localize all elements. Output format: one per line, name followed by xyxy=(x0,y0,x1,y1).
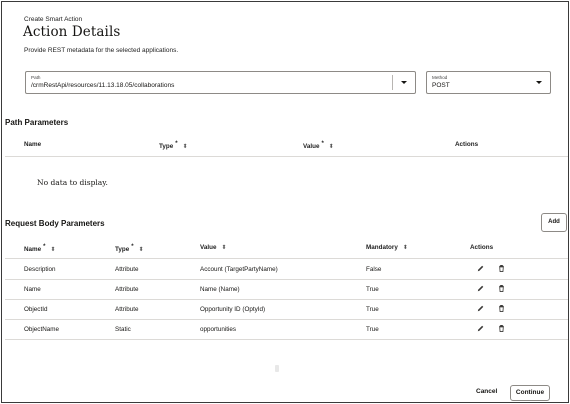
page-title: Action Details xyxy=(23,24,121,40)
path-col-type[interactable]: Type * ⬍ xyxy=(159,141,188,150)
row-type: Attribute xyxy=(115,306,139,313)
cancel-button[interactable]: Cancel xyxy=(476,388,497,395)
column-label: Mandatory xyxy=(366,244,398,251)
required-asterisk: * xyxy=(175,141,178,147)
row-value: Account (TargetPartyName) xyxy=(200,266,278,273)
sort-icon[interactable]: ⬍ xyxy=(183,143,188,150)
row-mandatory: True xyxy=(366,326,379,333)
column-label: Value xyxy=(200,244,217,251)
path-col-actions: Actions xyxy=(455,141,478,148)
row-name: Name xyxy=(24,286,41,293)
method-value: POST xyxy=(432,82,450,89)
row-value: opportunities xyxy=(200,326,237,333)
row-name: Description xyxy=(24,266,56,273)
row-type: Attribute xyxy=(115,286,139,293)
continue-button[interactable]: Continue xyxy=(510,385,550,401)
row-mandatory: False xyxy=(366,266,382,273)
sort-icon[interactable]: ⬍ xyxy=(51,246,56,253)
method-select[interactable]: Method POST xyxy=(426,71,551,94)
sort-icon[interactable]: ⬍ xyxy=(139,246,144,253)
row-divider xyxy=(5,279,568,280)
path-label: Path xyxy=(31,75,41,80)
path-value[interactable]: /crmRestApi/resources/11.13.18.05/collab… xyxy=(31,82,174,89)
row-divider xyxy=(5,339,568,340)
scroll-indicator xyxy=(275,365,279,372)
row-type: Attribute xyxy=(115,266,139,273)
row-value: Name (Name) xyxy=(200,286,240,293)
pencil-icon[interactable] xyxy=(476,324,485,333)
body-col-type[interactable]: Type * ⬍ xyxy=(115,244,144,253)
pencil-icon[interactable] xyxy=(476,304,485,313)
page-subtitle: Create Smart Action xyxy=(24,16,83,23)
row-name: ObjectName xyxy=(24,326,59,333)
add-button[interactable]: Add xyxy=(541,213,567,232)
path-col-name[interactable]: Name xyxy=(24,141,41,148)
row-divider xyxy=(5,299,568,300)
path-col-value[interactable]: Value * ⬍ xyxy=(303,141,334,150)
column-label: Actions xyxy=(455,141,479,148)
trash-icon[interactable] xyxy=(497,284,506,293)
required-asterisk: * xyxy=(43,244,46,250)
pencil-icon[interactable] xyxy=(476,264,485,273)
sort-icon[interactable]: ⬍ xyxy=(403,244,408,251)
sort-icon[interactable]: ⬍ xyxy=(329,143,334,150)
required-asterisk: * xyxy=(131,244,134,250)
column-label: Type xyxy=(159,143,174,150)
body-col-name[interactable]: Name * ⬍ xyxy=(24,244,56,253)
row-mandatory: True xyxy=(366,306,379,313)
column-label: Name xyxy=(24,246,42,253)
chevron-down-icon[interactable] xyxy=(536,81,542,84)
column-label: Type xyxy=(115,246,130,253)
required-asterisk: * xyxy=(321,141,324,147)
trash-icon[interactable] xyxy=(497,324,506,333)
path-divider xyxy=(392,75,393,90)
smart-action-dialog: Create Smart Action Action Details Provi… xyxy=(1,1,569,403)
empty-state-text: No data to display. xyxy=(37,178,108,187)
pencil-icon[interactable] xyxy=(476,284,485,293)
row-name: ObjectId xyxy=(24,306,48,313)
header-divider xyxy=(5,156,568,157)
page-description: Provide REST metadata for the selected a… xyxy=(24,47,179,54)
chevron-down-icon[interactable] xyxy=(401,81,407,84)
row-value: Opportunity ID (OptyId) xyxy=(200,306,266,313)
trash-icon[interactable] xyxy=(497,304,506,313)
row-type: Static xyxy=(115,326,131,333)
trash-icon[interactable] xyxy=(497,264,506,273)
row-mandatory: True xyxy=(366,286,379,293)
column-label: Name xyxy=(24,141,42,148)
sort-icon[interactable]: ⬍ xyxy=(221,244,226,251)
body-col-value[interactable]: Value ⬍ xyxy=(200,244,226,251)
request-body-title: Request Body Parameters xyxy=(5,219,105,228)
column-label: Actions xyxy=(470,244,494,251)
row-divider xyxy=(5,319,568,320)
path-parameters-title: Path Parameters xyxy=(5,118,69,127)
body-col-actions: Actions xyxy=(470,244,493,251)
body-col-mandatory[interactable]: Mandatory ⬍ xyxy=(366,244,408,251)
method-label: Method xyxy=(432,75,448,80)
header-divider xyxy=(5,258,568,259)
path-field[interactable]: Path /crmRestApi/resources/11.13.18.05/c… xyxy=(25,71,416,94)
column-label: Value xyxy=(303,143,320,150)
